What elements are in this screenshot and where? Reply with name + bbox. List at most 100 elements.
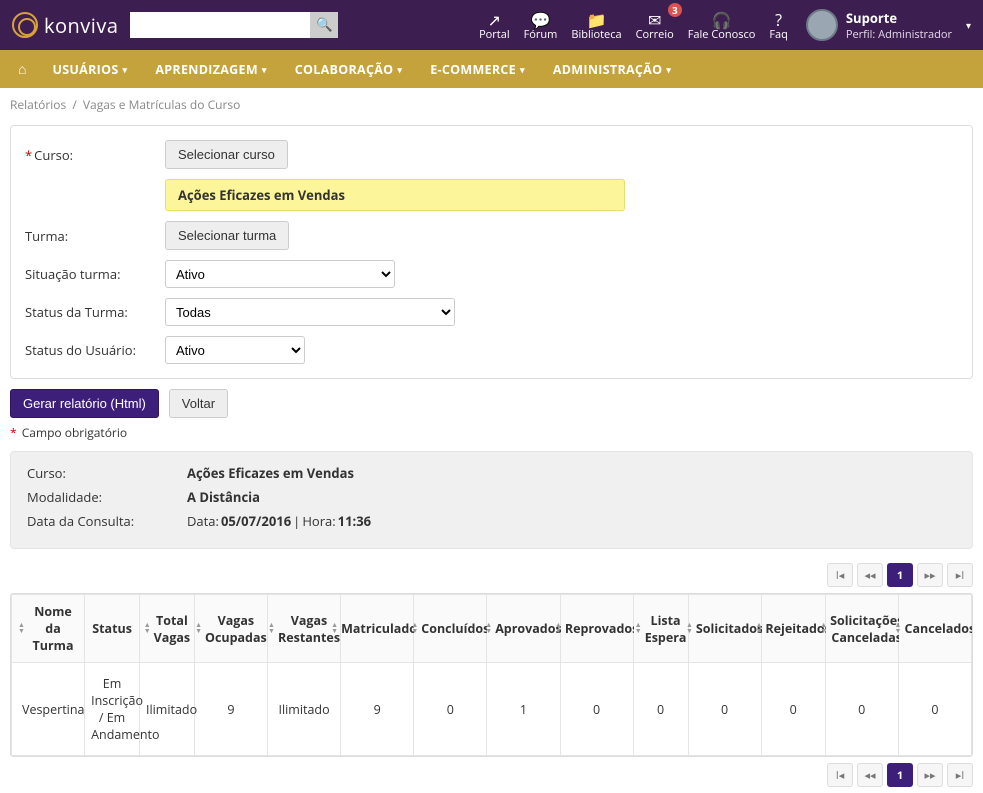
forum-icon: 💬 — [531, 9, 551, 27]
nav-label: Correio — [636, 27, 674, 42]
chevron-down-icon: ▾ — [397, 63, 402, 76]
status-usuario-label: Status do Usuário: — [25, 341, 165, 359]
menu-label: USUÁRIOS — [52, 61, 118, 78]
status-turma-label: Status da Turma: — [25, 303, 165, 321]
th-total-vagas[interactable]: ▲▼Total Vagas — [139, 595, 194, 663]
breadcrumb-root[interactable]: Relatórios — [10, 96, 66, 113]
th-aprovados[interactable]: ▲▼Aprovados — [487, 595, 560, 663]
filter-panel: *Curso: Selecionar curso Ações Eficazes … — [10, 125, 973, 379]
cell-vagas-ocupadas: 9 — [194, 663, 267, 756]
menu-administracao[interactable]: ADMINISTRAÇÃO▾ — [541, 61, 683, 78]
curso-label: Curso: — [34, 146, 73, 164]
chevron-down-icon: ▾ — [666, 63, 671, 76]
info-curso-label: Curso: — [27, 464, 187, 482]
mail-icon: ✉ — [648, 9, 661, 27]
th-reprovados[interactable]: ▲▼Reprovados — [560, 595, 633, 663]
brand-swirl-icon — [12, 12, 38, 38]
page-number-button[interactable]: 1 — [887, 763, 913, 787]
report-info-box: Curso: Ações Eficazes em Vendas Modalida… — [10, 451, 973, 549]
cell-rejeitados: 0 — [761, 663, 825, 756]
library-icon: 📁 — [587, 9, 607, 27]
brand-name: konviva — [44, 12, 118, 39]
th-solicitacoes-canceladas[interactable]: ▲▼Solicitações Canceladas — [825, 595, 898, 663]
th-rejeitados[interactable]: ▲▼Rejeitados — [761, 595, 825, 663]
page-first-button[interactable]: I◂ — [827, 563, 853, 587]
menu-aprendizagem[interactable]: APRENDIZAGEM ▾ — [143, 61, 278, 78]
user-menu[interactable]: Suporte Perfil: Administrador ▾ — [806, 9, 971, 42]
mail-badge: 3 — [668, 3, 682, 17]
search-icon: 🔍 — [316, 17, 333, 33]
page-number-button[interactable]: 1 — [887, 563, 913, 587]
nav-forum[interactable]: 💬 Fórum — [524, 9, 558, 42]
cell-vagas-restantes: Ilimitado — [267, 663, 340, 756]
info-modalidade-value: A Distância — [187, 488, 260, 506]
menu-label: ADMINISTRAÇÃO — [553, 61, 663, 78]
nav-label: Fale Conosco — [688, 27, 756, 42]
nav-faq[interactable]: ? Faq — [769, 9, 788, 42]
table-row: Vespertina Em Inscrição / Em Andamento I… — [12, 663, 972, 756]
page-last-button[interactable]: ▸I — [947, 563, 973, 587]
nav-correio[interactable]: ✉ 3 Correio — [636, 9, 674, 42]
nav-label: Portal — [479, 27, 510, 42]
th-status[interactable]: Status — [85, 595, 140, 663]
curso-selected: Ações Eficazes em Vendas — [165, 179, 625, 211]
avatar — [806, 9, 838, 41]
breadcrumb-page: Vagas e Matrículas do Curso — [83, 96, 240, 113]
page-next-button[interactable]: ▸▸ — [917, 763, 943, 787]
menu-label: APRENDIZAGEM — [155, 61, 258, 78]
selecionar-turma-button[interactable]: Selecionar turma — [165, 221, 289, 250]
page-prev-button[interactable]: ◂◂ — [857, 563, 883, 587]
brand-logo[interactable]: konviva — [12, 12, 118, 39]
info-data-consulta-label: Data da Consulta: — [27, 512, 187, 530]
th-matriculados[interactable]: ▲▼Matriculados — [341, 595, 414, 663]
chevron-down-icon: ▾ — [520, 63, 525, 76]
th-cancelados[interactable]: ▲▼Cancelados — [898, 595, 971, 663]
th-vagas-ocupadas[interactable]: ▲▼Vagas Ocupadas — [194, 595, 267, 663]
cell-solicitacoes-canceladas: 0 — [825, 663, 898, 756]
portal-icon: ↗ — [488, 9, 501, 27]
gerar-relatorio-button[interactable]: Gerar relatório (Html) — [10, 389, 159, 418]
breadcrumb: Relatórios / Vagas e Matrículas do Curso — [0, 88, 983, 121]
menu-colaboracao[interactable]: COLABORAÇÃO▾ — [283, 61, 415, 78]
chevron-down-icon: ▾ — [123, 63, 128, 76]
page-next-button[interactable]: ▸▸ — [917, 563, 943, 587]
home-icon[interactable]: ⌂ — [8, 60, 36, 79]
info-date-value: 05/07/2016 — [221, 512, 291, 530]
main-menu: ⌂ USUÁRIOS ▾ APRENDIZAGEM ▾ COLABORAÇÃO▾ E… — [0, 50, 983, 88]
pagination-top: I◂ ◂◂ 1 ▸▸ ▸I — [10, 563, 973, 587]
nav-label: Biblioteca — [571, 27, 621, 42]
nav-fale-conosco[interactable]: 🎧 Fale Conosco — [688, 9, 756, 42]
cell-reprovados: 0 — [560, 663, 633, 756]
th-lista-espera[interactable]: ▲▼Lista Espera — [633, 595, 688, 663]
th-nome-turma[interactable]: ▲▼Nome da Turma — [12, 595, 85, 663]
selecionar-curso-button[interactable]: Selecionar curso — [165, 140, 288, 169]
page-prev-button[interactable]: ◂◂ — [857, 763, 883, 787]
page-last-button[interactable]: ▸I — [947, 763, 973, 787]
status-turma-select[interactable]: Todas — [165, 298, 455, 326]
top-header: konviva 🔍 ↗ Portal 💬 Fórum 📁 Biblioteca … — [0, 0, 983, 50]
voltar-button[interactable]: Voltar — [169, 389, 228, 418]
results-table: ▲▼Nome da Turma Status ▲▼Total Vagas ▲▼V… — [10, 593, 973, 757]
menu-usuarios[interactable]: USUÁRIOS ▾ — [40, 61, 139, 78]
required-note: * Campo obrigatório — [10, 424, 973, 441]
cell-matriculados: 9 — [341, 663, 414, 756]
search-input[interactable] — [130, 12, 310, 38]
user-role: Perfil: Administrador — [846, 27, 952, 42]
page-first-button[interactable]: I◂ — [827, 763, 853, 787]
top-nav-icons: ↗ Portal 💬 Fórum 📁 Biblioteca ✉ 3 Correi… — [479, 9, 788, 42]
status-usuario-select[interactable]: Ativo — [165, 336, 305, 364]
nav-portal[interactable]: ↗ Portal — [479, 9, 510, 42]
situacao-turma-select[interactable]: Ativo — [165, 260, 395, 288]
th-vagas-restantes[interactable]: ▲▼Vagas Restantes — [267, 595, 340, 663]
menu-ecommerce[interactable]: E-COMMERCE▾ — [418, 61, 537, 78]
turma-label: Turma: — [25, 227, 165, 245]
global-search: 🔍 — [130, 12, 338, 38]
th-solicitados[interactable]: ▲▼Solicitados — [688, 595, 761, 663]
cell-cancelados: 0 — [898, 663, 971, 756]
nav-biblioteca[interactable]: 📁 Biblioteca — [571, 9, 621, 42]
info-time-value: 11:36 — [338, 512, 371, 530]
search-button[interactable]: 🔍 — [310, 12, 338, 38]
th-concluidos[interactable]: ▲▼Concluídos — [414, 595, 487, 663]
chevron-down-icon: ▾ — [262, 63, 267, 76]
chevron-down-icon: ▾ — [966, 18, 971, 32]
